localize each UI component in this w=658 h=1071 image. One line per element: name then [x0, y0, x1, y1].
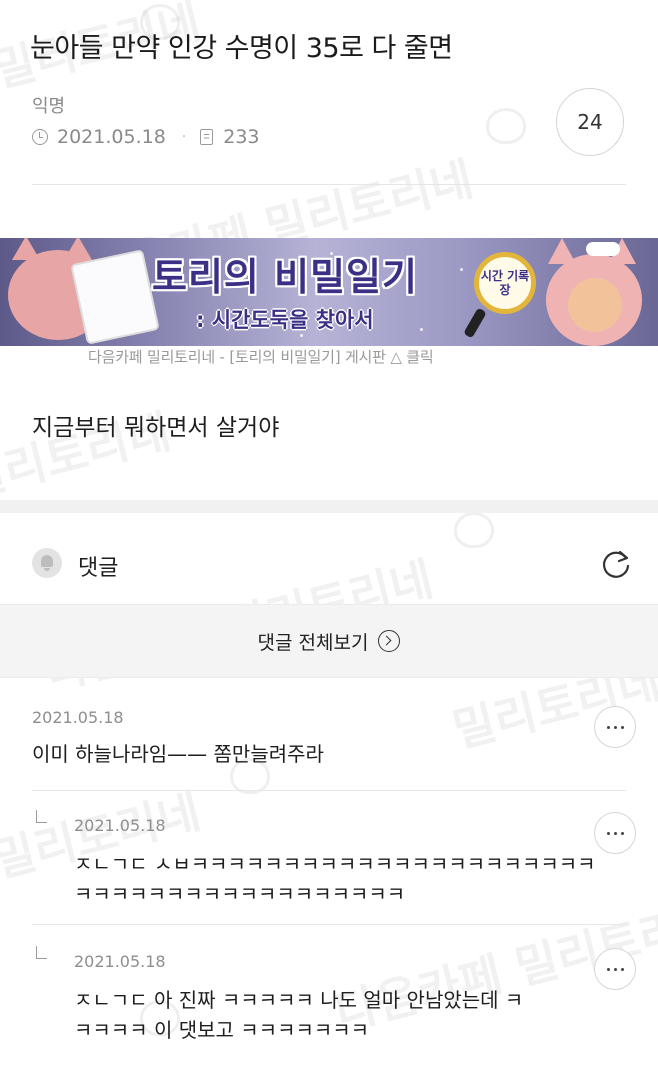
comment-more-button[interactable] [594, 948, 636, 990]
cat-illustration [546, 238, 642, 346]
reply-arrow-icon [36, 810, 47, 823]
comment-more-button[interactable] [594, 812, 636, 854]
comment-more-button[interactable] [594, 706, 636, 748]
book-illustration [72, 251, 158, 343]
banner-title: 토리의 비밀일기 [152, 255, 418, 299]
comment-text: ㅋㅋㅋㅋ 이 댓보고 ㅋㅋㅋㅋㅋㅋㅋ [74, 1018, 370, 1042]
post-body: 지금부터 뭐하면서 살거야 [32, 415, 280, 441]
post-date: 2021.05.18 [57, 126, 166, 148]
magnifier-handle [463, 307, 487, 339]
chevron-right-circle-icon [378, 630, 401, 652]
clock-icon [32, 129, 48, 145]
comment-date: 2021.05.18 [74, 816, 166, 835]
cafe-banner[interactable]: 토리의 비밀일기 : 시간도둑을 찾아서 시간 기록장 [0, 238, 658, 346]
watermark-heart-icon [454, 512, 494, 548]
comment-text: ㅈㄴㄱㄷ ㅅㅂㅋㅋㅋㅋㅋㅋㅋㅋㅋㅋㅋㅋㅋㅋㅋㅋㅋㅋㅋㅋㅋㅋ [74, 852, 596, 876]
meta-separator: · [181, 129, 187, 145]
header-divider [32, 184, 626, 185]
post-views: 233 [223, 126, 260, 148]
bell-icon [32, 548, 62, 578]
comment-text: ㅋㅋㅋㅋㅋㅋㅋㅋㅋㅋㅋㅋㅋㅋㅋㅋㅋㅋ [74, 882, 406, 906]
comment-count-button[interactable]: 24 [556, 88, 624, 156]
reply-arrow-icon [36, 946, 47, 959]
comment-divider [32, 790, 626, 791]
post-title: 눈아들 만약 인강 수명이 35로 다 줄면 [30, 33, 453, 64]
view-all-label: 댓글 전체보기 [257, 631, 369, 654]
comment-divider [32, 924, 626, 925]
post-author[interactable]: 익명 [32, 92, 65, 118]
magnifier-badge: 시간 기록장 [474, 252, 536, 314]
watermark-heart-icon [486, 108, 526, 144]
document-icon [200, 129, 214, 145]
comment-text: ㅈㄴㄱㄷ 아 진짜 ㅋㅋㅋㅋㅋ 나도 얼마 안남았는데 ㅋ [74, 988, 524, 1012]
comment-text: 이미 하늘나라임—— 쫌만늘려주라 [32, 742, 324, 766]
banner-caption-link[interactable]: 다음카페 밀리토리네 - [토리의 비밀일기] 게시판 △ 클릭 [88, 346, 434, 367]
comment-date: 2021.05.18 [74, 952, 166, 971]
comment-date: 2021.05.18 [32, 708, 124, 727]
section-divider [0, 500, 658, 513]
view-all-comments-button[interactable]: 댓글 전체보기 [0, 604, 658, 678]
refresh-icon[interactable] [598, 546, 634, 582]
post-meta: 2021.05.18 · 233 [32, 126, 260, 148]
comments-label: 댓글 [78, 556, 119, 581]
banner-subtitle: : 시간도둑을 찾아서 [196, 308, 374, 332]
